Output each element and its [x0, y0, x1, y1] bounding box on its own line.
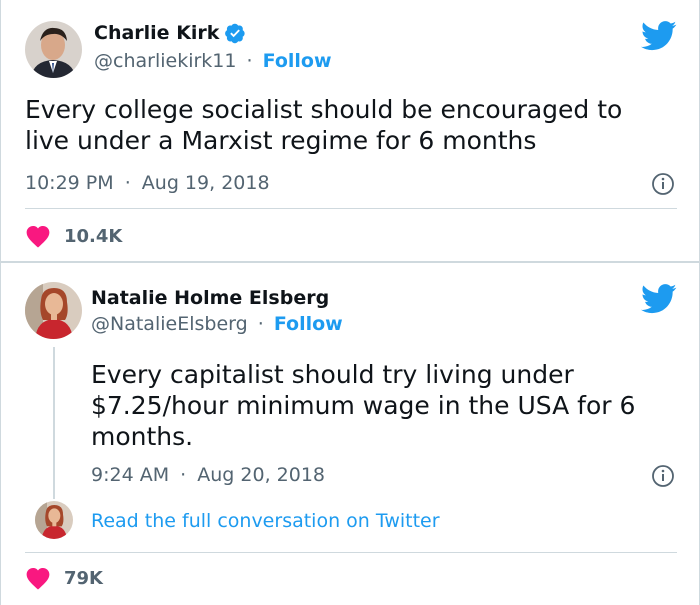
- verified-badge-icon: [224, 22, 246, 44]
- author-handle[interactable]: @NatalieElsberg: [91, 313, 248, 335]
- like-button[interactable]: 10.4K: [25, 224, 122, 248]
- tweet-timestamp[interactable]: 9:24 AM · Aug 20, 2018: [91, 464, 325, 486]
- author-name[interactable]: Charlie Kirk: [94, 22, 219, 44]
- like-button[interactable]: 79K: [25, 566, 103, 590]
- author-handle[interactable]: @charliekirk11: [94, 50, 236, 72]
- avatar[interactable]: [25, 21, 82, 78]
- separator: ·: [124, 172, 131, 194]
- avatar[interactable]: [35, 501, 73, 539]
- heart-icon: [25, 224, 51, 248]
- tweet-time: 9:24 AM: [91, 464, 170, 486]
- heart-icon: [25, 566, 51, 590]
- tweet-text: Every capitalist should try living under…: [91, 360, 636, 451]
- tweet-card-charlie-kirk: Charlie Kirk @charliekirk11 · Follow Eve…: [0, 0, 700, 262]
- separator: ·: [257, 313, 264, 335]
- thread-line: [53, 347, 55, 499]
- follow-button[interactable]: Follow: [274, 313, 343, 335]
- tweet-time: 10:29 PM: [25, 172, 114, 194]
- tweet-card-natalie-elsberg: Natalie Holme Elsberg @NatalieElsberg · …: [0, 262, 700, 605]
- like-count: 10.4K: [64, 225, 123, 247]
- info-icon[interactable]: [651, 172, 675, 200]
- separator: ·: [180, 464, 187, 486]
- divider: [25, 208, 677, 209]
- twitter-bird-icon[interactable]: [641, 21, 677, 55]
- avatar[interactable]: [25, 282, 82, 339]
- info-icon[interactable]: [651, 464, 675, 492]
- follow-button[interactable]: Follow: [263, 50, 332, 72]
- tweet-date: Aug 19, 2018: [141, 172, 270, 194]
- tweet-date: Aug 20, 2018: [197, 464, 325, 486]
- author-name[interactable]: Natalie Holme Elsberg: [91, 287, 329, 309]
- twitter-bird-icon[interactable]: [641, 284, 677, 318]
- read-conversation-link[interactable]: Read the full conversation on Twitter: [91, 510, 440, 532]
- tweet-timestamp[interactable]: 10:29 PM · Aug 19, 2018: [25, 172, 270, 194]
- separator: ·: [246, 50, 253, 72]
- divider: [25, 552, 677, 553]
- tweet-text: Every college socialist should be encour…: [25, 95, 623, 155]
- like-count: 79K: [64, 567, 103, 589]
